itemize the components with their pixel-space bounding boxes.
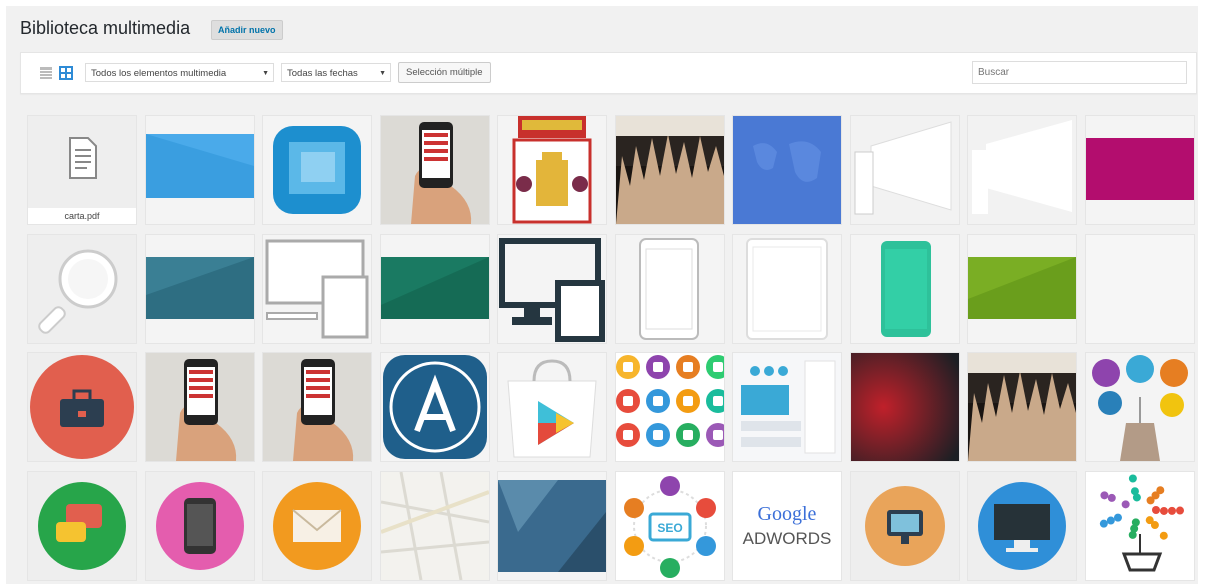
green-banner-thumbnail (381, 235, 489, 343)
briefcase-icon-thumbnail (28, 353, 136, 461)
crowd-photo-thumbnail (616, 116, 724, 224)
phone-teal-thumbnail (851, 235, 959, 343)
hand-phone-thumbnail (263, 353, 371, 461)
white-screen-shapes-2-thumbnail (968, 116, 1076, 224)
media-item[interactable] (263, 235, 371, 343)
media-item[interactable] (851, 472, 959, 580)
app-store-icon-thumbnail (381, 353, 489, 461)
media-item[interactable] (851, 116, 959, 224)
app-icons-grid-thumbnail (616, 353, 724, 461)
media-item[interactable] (381, 116, 489, 224)
media-item[interactable] (498, 116, 606, 224)
media-item[interactable] (263, 353, 371, 461)
google-adwords-thumbnail: Google ADWORDS (733, 472, 841, 580)
media-item[interactable] (28, 353, 136, 461)
blue-polygon-thumbnail (498, 472, 606, 580)
media-item[interactable] (968, 116, 1076, 224)
monitor-orange-thumbnail (851, 472, 959, 580)
magnifier-icon-thumbnail (28, 235, 136, 343)
google-label: Google (758, 503, 817, 525)
search-input[interactable] (972, 61, 1187, 84)
mail-icon-thumbnail (263, 472, 371, 580)
play-store-icon-thumbnail (498, 353, 606, 461)
media-item[interactable] (263, 472, 371, 580)
bulk-select-button[interactable]: Selección múltiple (398, 62, 491, 83)
devices-outline-thumbnail (263, 235, 371, 343)
blue-banner-thumbnail (146, 116, 254, 224)
seo-diagram-thumbnail: SEO (616, 472, 724, 580)
media-item[interactable] (968, 472, 1076, 580)
media-item[interactable] (1086, 116, 1194, 224)
media-item[interactable]: carta.pdf (28, 116, 136, 224)
page-title: Biblioteca multimedia (20, 18, 191, 38)
date-filter[interactable]: Todas las fechas ▼ (281, 63, 391, 82)
media-toolbar: Todos los elementos multimedia ▼ Todas la… (20, 52, 1197, 94)
media-type-filter[interactable]: Todos los elementos multimedia ▼ (85, 63, 274, 82)
media-item[interactable] (733, 116, 841, 224)
app-icon-blue-thumbnail (263, 116, 371, 224)
devices-dark-thumbnail (498, 235, 606, 343)
media-item[interactable] (498, 353, 606, 461)
tablet-white-2-thumbnail (733, 235, 841, 343)
hand-phone-thumbnail (381, 116, 489, 224)
blank-thumbnail (1086, 235, 1194, 343)
media-item[interactable] (851, 353, 959, 461)
date-filter-value: Todas las fechas (287, 68, 358, 79)
media-item[interactable] (733, 353, 841, 461)
media-item[interactable] (263, 116, 371, 224)
media-item[interactable] (968, 353, 1076, 461)
magenta-banner-thumbnail (1086, 116, 1194, 224)
media-item[interactable] (1086, 472, 1194, 580)
media-item[interactable] (28, 472, 136, 580)
caret-down-icon: ▼ (379, 70, 386, 77)
media-item[interactable] (498, 472, 606, 580)
tablet-white-thumbnail (616, 235, 724, 343)
media-item[interactable] (968, 235, 1076, 343)
media-item[interactable] (146, 235, 254, 343)
media-item[interactable] (146, 116, 254, 224)
media-item[interactable] (851, 235, 959, 343)
media-item[interactable]: Google ADWORDS (733, 472, 841, 580)
white-screen-shapes-thumbnail (851, 116, 959, 224)
social-tag-thumbnail (1086, 353, 1194, 461)
red-dark-gradient-thumbnail (851, 353, 959, 461)
media-item[interactable] (146, 472, 254, 580)
world-map-blue-thumbnail (733, 116, 841, 224)
media-type-filter-value: Todos los elementos multimedia (91, 68, 227, 79)
media-item[interactable] (381, 353, 489, 461)
media-item[interactable] (616, 235, 724, 343)
crowd-photo-thumbnail (968, 353, 1076, 461)
monitor-blue-thumbnail (968, 472, 1076, 580)
teal-banner-thumbnail (146, 235, 254, 343)
media-library-page: Biblioteca multimedia Añadir nuevo Todos… (6, 6, 1198, 584)
lime-banner-thumbnail (968, 235, 1076, 343)
adwords-label: ADWORDS (743, 529, 832, 548)
media-item[interactable]: SEO (616, 472, 724, 580)
media-item[interactable] (733, 235, 841, 343)
hand-phone-thumbnail (146, 353, 254, 461)
media-item[interactable] (28, 235, 136, 343)
media-item[interactable] (616, 353, 724, 461)
coat-of-arms-thumbnail (498, 116, 606, 224)
mobile-icon-thumbnail (146, 472, 254, 580)
add-new-button[interactable]: Añadir nuevo (211, 20, 283, 40)
media-item[interactable] (1086, 353, 1194, 461)
media-item[interactable] (146, 353, 254, 461)
media-item[interactable] (498, 235, 606, 343)
attachment-filename: carta.pdf (28, 208, 136, 224)
seo-label: SEO (657, 521, 682, 535)
chat-icon-thumbnail (28, 472, 136, 580)
caret-down-icon: ▼ (262, 70, 269, 77)
street-map-thumbnail (381, 472, 489, 580)
tree-cart-thumbnail (1086, 472, 1194, 580)
media-item[interactable] (381, 472, 489, 580)
media-item[interactable] (1086, 235, 1194, 343)
grid-view-icon[interactable] (59, 66, 73, 80)
list-view-icon[interactable] (39, 66, 53, 80)
ui-kit-thumbnail (733, 353, 841, 461)
media-item[interactable] (616, 116, 724, 224)
media-item[interactable] (381, 235, 489, 343)
